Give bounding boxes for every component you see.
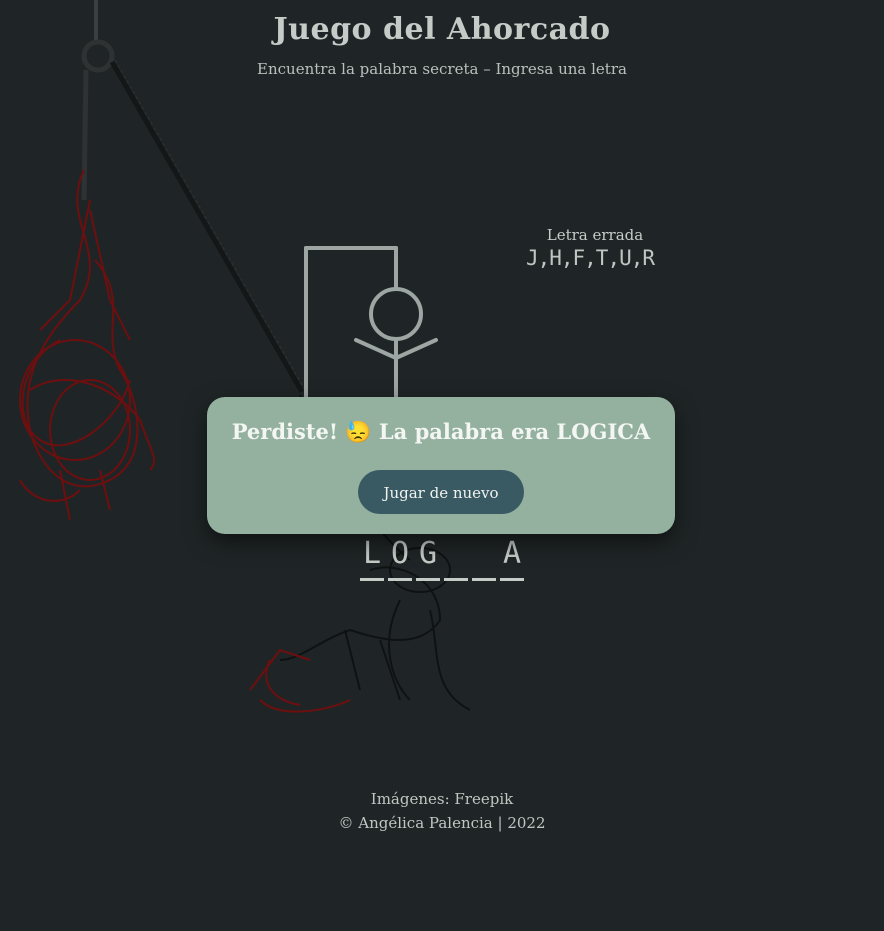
letter-slot: O (388, 536, 412, 581)
game-over-message: Perdiste! 😓 La palabra era LOGICA (231, 419, 651, 444)
copyright: © Angélica Palencia | 2022 (338, 814, 546, 832)
letter-slot (444, 536, 468, 581)
page: Juego del Ahorcado Encuentra la palabra … (0, 0, 884, 931)
image-credits: Imágenes: Freepik (370, 790, 514, 808)
hangman-right-arm (394, 338, 438, 360)
play-again-button[interactable]: Jugar de nuevo (358, 470, 524, 514)
letter-slot (472, 536, 496, 581)
letter-slot: A (500, 536, 524, 581)
wrong-letters: J,H,F,T,U,R (525, 246, 655, 270)
letter-slot: L (360, 536, 384, 581)
wrong-letters-label: Letra errada (546, 226, 644, 244)
game-over-modal: Perdiste! 😓 La palabra era LOGICA Jugar … (207, 397, 675, 534)
letter-slot: G (416, 536, 440, 581)
secret-word: L O G A (360, 536, 524, 581)
hangman-head (369, 287, 423, 341)
page-title: Juego del Ahorcado (273, 12, 611, 47)
page-subtitle: Encuentra la palabra secreta – Ingresa u… (257, 60, 627, 78)
hangman-left-arm (354, 338, 398, 360)
hangman-drawing (304, 246, 438, 398)
